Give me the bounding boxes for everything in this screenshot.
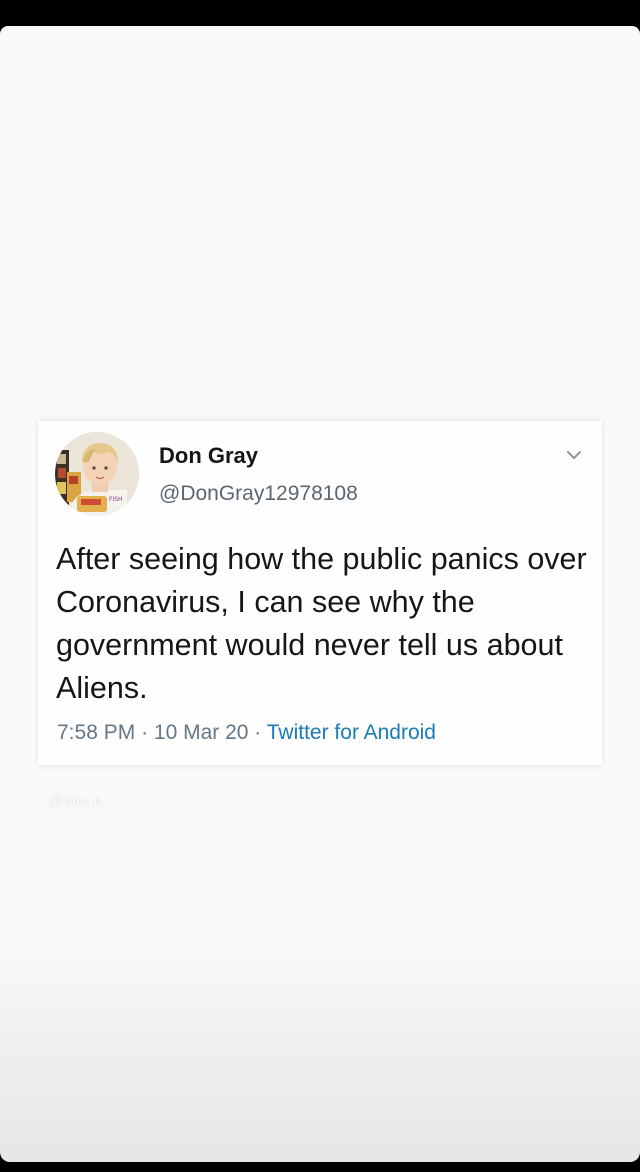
chevron-down-icon[interactable] [564, 447, 584, 463]
display-name[interactable]: Don Gray [159, 443, 258, 469]
tweet-meta: 7:58 PM · 10 Mar 20 · Twitter for Androi… [57, 721, 436, 745]
meta-separator: · [254, 721, 267, 744]
watermark: @bitc.h [48, 793, 103, 810]
tweet-text: After seeing how the public panics over … [56, 542, 587, 705]
user-handle[interactable]: @DonGray12978108 [159, 482, 358, 506]
svg-text:FISH: FISH [109, 496, 123, 503]
story-frame: FISH Don Gray @DonGray12978108 After see… [0, 26, 640, 1162]
meta-separator: · [141, 721, 154, 744]
tweet-date[interactable]: 10 Mar 20 [154, 721, 249, 744]
avatar-photo: FISH [55, 432, 139, 516]
avatar[interactable]: FISH [55, 432, 139, 516]
tweet-source-link[interactable]: Twitter for Android [267, 721, 436, 744]
tweet-card[interactable]: FISH Don Gray @DonGray12978108 After see… [38, 421, 602, 765]
status-bar [0, 0, 640, 26]
bottom-bar [0, 1162, 640, 1172]
tweet-time[interactable]: 7:58 PM [57, 721, 135, 744]
